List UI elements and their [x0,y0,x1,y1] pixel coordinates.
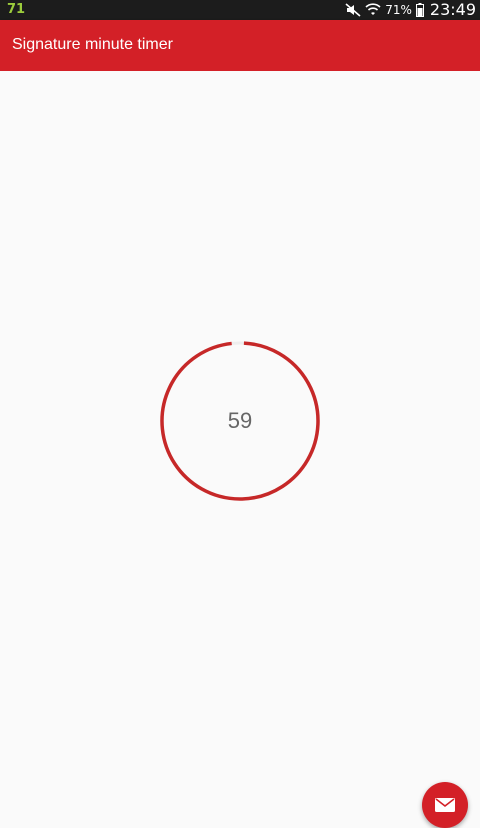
notification-count: 71 [7,2,26,17]
status-clock: 23:49 [429,0,476,19]
status-bar: 71 71% 23:49 [0,0,480,20]
email-fab-button[interactable] [422,782,468,828]
battery-icon [415,3,424,17]
email-icon [435,798,455,812]
timer-seconds: 59 [227,408,253,433]
status-icons: 71% 23:49 [345,0,476,20]
app-title: Signature minute timer [12,36,173,53]
app-bar: Signature minute timer [0,20,480,71]
main-content: 59 [0,71,480,828]
battery-percent: 71% [385,3,412,17]
mute-icon [345,3,361,17]
wifi-icon [365,3,381,17]
